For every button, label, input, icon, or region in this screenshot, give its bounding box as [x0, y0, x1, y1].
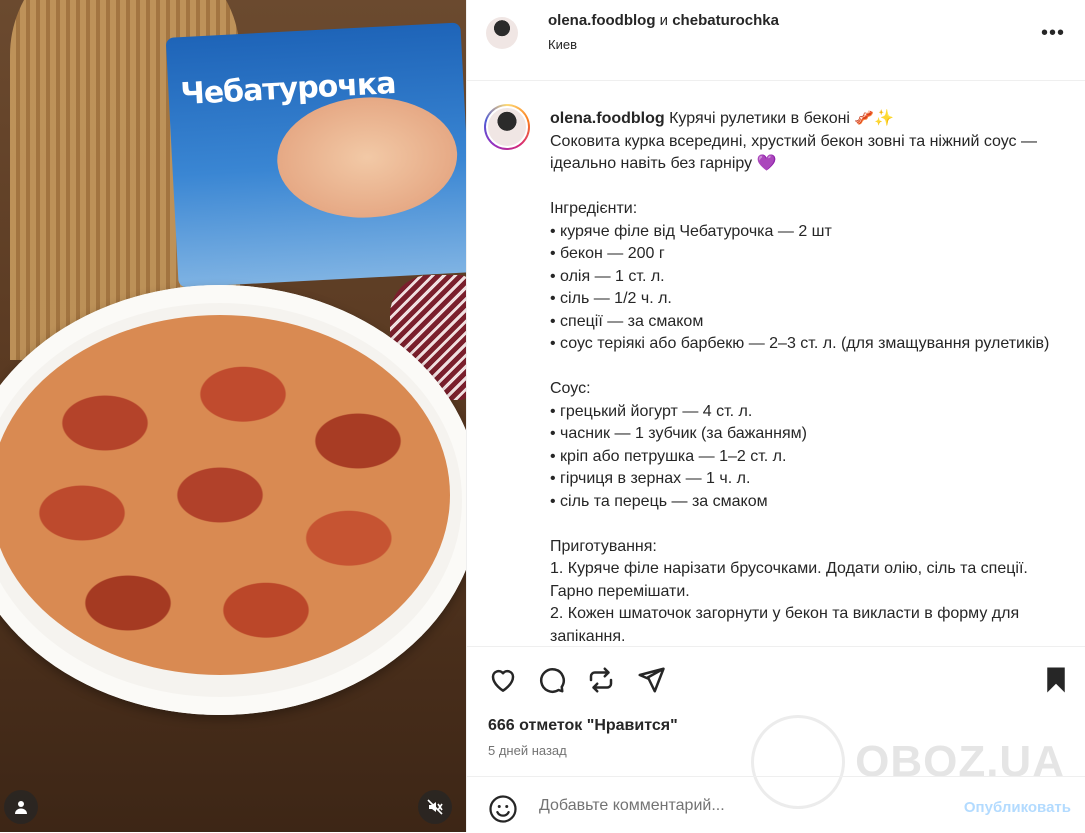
post-panel: olena.foodblog и chebaturochka Киев ••• … — [466, 0, 1085, 832]
user-icon[interactable] — [4, 790, 38, 824]
comment-input[interactable] — [537, 791, 941, 821]
repost-icon[interactable] — [586, 665, 616, 695]
send-icon[interactable] — [636, 665, 666, 695]
caption-text: Курячі рулетики в беконі 🥓✨ Соковита кур… — [550, 110, 1050, 645]
actions-bar: 666 отметок "Нравится" 5 дней назад OBOZ… — [467, 646, 1085, 809]
emoji-icon[interactable] — [488, 794, 518, 824]
heart-icon[interactable] — [488, 665, 518, 695]
coauthor-link[interactable]: chebaturochka — [672, 12, 779, 29]
location-link[interactable]: Киев — [548, 37, 577, 52]
avatar[interactable] — [486, 17, 518, 49]
post-media[interactable]: Чебатурочка — [0, 0, 466, 832]
caption-avatar[interactable] — [486, 106, 528, 148]
likes-count[interactable]: 666 отметок "Нравится" — [488, 717, 678, 735]
caption-username[interactable]: olena.foodblog — [550, 110, 665, 127]
caption-section: olena.foodblog Курячі рулетики в беконі … — [467, 80, 1085, 646]
comment-bar: Опубликовать — [467, 776, 1085, 833]
caption: olena.foodblog Курячі рулетики в беконі … — [550, 108, 1065, 646]
bookmark-icon[interactable] — [1041, 665, 1071, 695]
post-time[interactable]: 5 дней назад — [488, 743, 567, 758]
more-horizontal-icon[interactable]: ••• — [1041, 22, 1065, 45]
comment-icon[interactable] — [536, 665, 566, 695]
bacon-rolls — [0, 315, 450, 675]
chicken-fillet — [274, 92, 461, 223]
volume-muted-icon[interactable] — [418, 790, 452, 824]
story-ring[interactable] — [484, 104, 530, 150]
author-line: olena.foodblog и chebaturochka — [548, 12, 779, 29]
author-conjunction: и — [659, 12, 669, 29]
post-header: olena.foodblog и chebaturochka Киев ••• — [467, 0, 1085, 81]
publish-button[interactable]: Опубликовать — [964, 799, 1071, 816]
author-link[interactable]: olena.foodblog — [548, 12, 655, 29]
baking-dish — [0, 285, 466, 715]
product-package: Чебатурочка — [165, 22, 466, 288]
